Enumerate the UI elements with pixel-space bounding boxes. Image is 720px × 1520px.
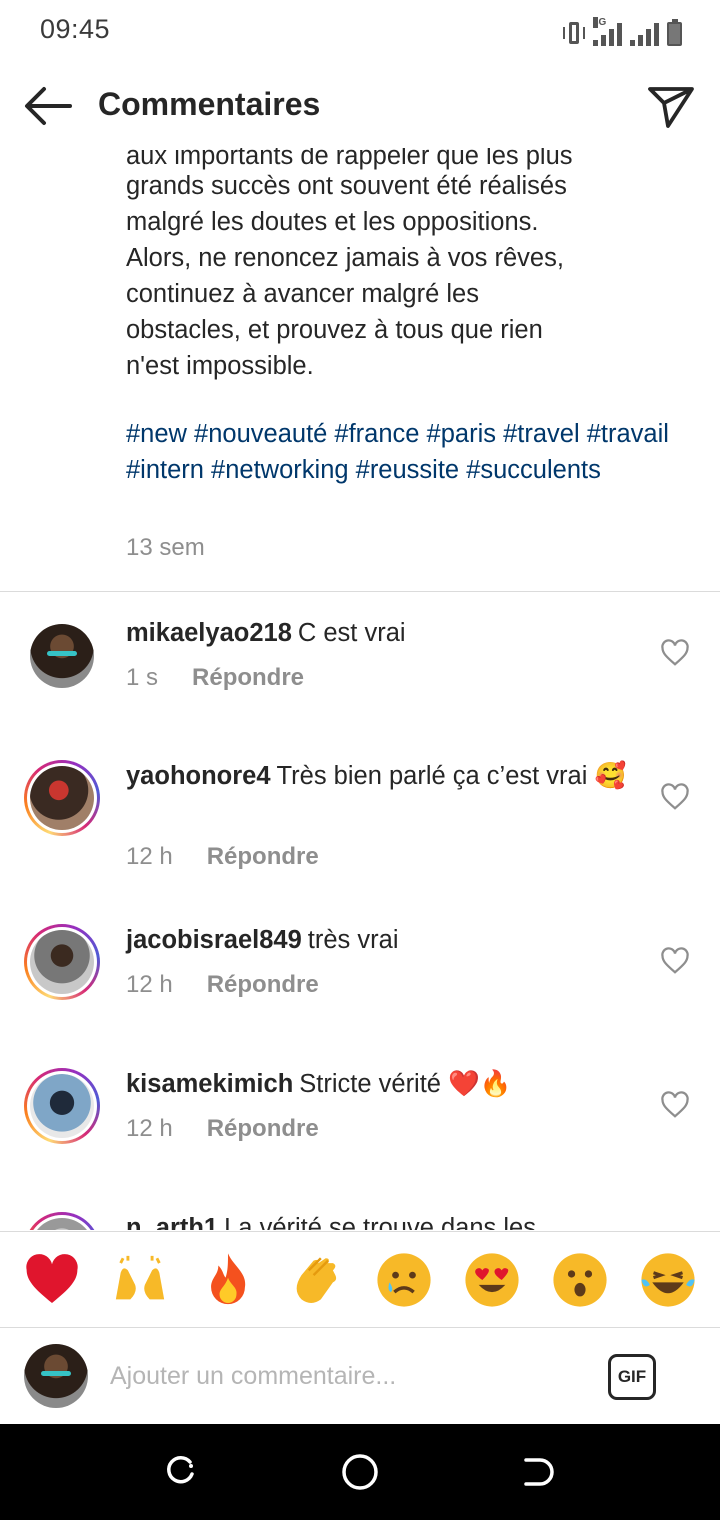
- caption-line: malgré les doutes et les oppositions.: [126, 208, 539, 236]
- home-circle-icon: [342, 1454, 378, 1490]
- emoji-reaction-bar: [0, 1231, 720, 1327]
- heart-icon[interactable]: [660, 946, 690, 976]
- vibrate-icon: [563, 20, 585, 46]
- comment-text: n_arth1 La vérité se trouve dans les: [126, 1210, 646, 1230]
- comment-time: 12 h: [126, 843, 173, 870]
- sad-face-icon: [377, 1252, 431, 1307]
- reply-button[interactable]: Répondre: [192, 664, 304, 692]
- emoji-crying-button[interactable]: [374, 1250, 434, 1310]
- avatar[interactable]: [24, 1212, 100, 1230]
- header: Commentaires: [0, 64, 720, 148]
- heart-eyes-icon: [465, 1252, 519, 1307]
- laughing-face-icon: [641, 1252, 695, 1307]
- comment-text: yaohonore4 Très bien parlé ça c’est vrai …: [126, 758, 646, 794]
- caption-line: obstacles, et prouvez à tous que rien: [126, 316, 543, 344]
- caption-hashtags[interactable]: #new #nouveauté #france #paris #travel #…: [126, 416, 686, 488]
- comment-time: 12 h: [126, 1115, 173, 1142]
- recent-apps-button[interactable]: [160, 1452, 200, 1492]
- comment-text: mikaelyao218 C est vrai: [126, 615, 646, 651]
- back-nav-button[interactable]: [518, 1452, 558, 1492]
- emoji-clap-button[interactable]: [286, 1250, 346, 1310]
- caption-line: Alors, ne renoncez jamais à vos rêves,: [126, 244, 564, 272]
- send-icon: [648, 87, 694, 128]
- arrow-left-icon: [25, 87, 72, 125]
- avatar[interactable]: [24, 1068, 100, 1144]
- comment-meta: 12 h Répondre: [126, 971, 319, 999]
- status-icons: 3G: [563, 16, 682, 46]
- comment-username[interactable]: kisamekimich: [126, 1070, 293, 1098]
- reply-button[interactable]: Répondre: [207, 843, 319, 871]
- comment-username[interactable]: yaohonore4: [126, 762, 271, 790]
- comment-message: Très bien parlé ça c’est vrai 🥰: [276, 762, 627, 790]
- comment-meta: 12 h Répondre: [126, 843, 319, 871]
- heart-emoji-icon: [26, 1253, 78, 1303]
- recent-apps-icon: [167, 1455, 194, 1484]
- battery-icon: [667, 19, 682, 46]
- home-button[interactable]: [340, 1452, 380, 1492]
- raised-hands-icon: [115, 1255, 165, 1299]
- comment-message: La vérité se trouve dans les: [224, 1214, 536, 1230]
- comment-username[interactable]: jacobisrael849: [126, 926, 302, 954]
- comment-list[interactable]: mikaelyao218 C est vrai 1 s Répondre yaoh…: [0, 592, 720, 1230]
- emoji-surprised-button[interactable]: [550, 1250, 610, 1310]
- back-nav-icon: [524, 1458, 554, 1486]
- page-title: Commentaires: [98, 86, 321, 122]
- surprised-face-icon: [553, 1252, 607, 1307]
- comment-time: 12 h: [126, 971, 173, 998]
- emoji-heart-eyes-button[interactable]: [462, 1250, 522, 1310]
- status-bar: 09:45 3G: [0, 0, 720, 64]
- emoji-tears-of-joy-button[interactable]: [638, 1250, 698, 1310]
- reply-button[interactable]: Répondre: [207, 1115, 319, 1143]
- caption-line: n'est impossible.: [126, 352, 314, 380]
- post-caption: aux importants de rappeler que les plus …: [0, 148, 720, 592]
- comment-meta: 12 h Répondre: [126, 1115, 319, 1143]
- heart-icon[interactable]: [660, 638, 690, 668]
- caption-timestamp: 13 sem: [126, 534, 205, 561]
- comment-composer: GIF: [0, 1327, 720, 1423]
- comment-text: jacobisrael849 très vrai: [126, 922, 646, 958]
- comment-time: 1 s: [126, 664, 159, 691]
- network-type: 3G: [593, 17, 607, 28]
- back-button[interactable]: [22, 82, 74, 130]
- emoji-raised-hands-button[interactable]: [110, 1250, 170, 1310]
- status-time: 09:45: [40, 14, 111, 44]
- current-user-avatar: [24, 1344, 88, 1408]
- caption-line: grands succès ont souvent été réalisés: [126, 172, 567, 200]
- heart-icon[interactable]: [660, 1090, 690, 1120]
- comment-input[interactable]: [110, 1356, 580, 1396]
- clapping-hands-icon: [296, 1256, 337, 1303]
- avatar[interactable]: [24, 618, 100, 694]
- comment-username[interactable]: mikaelyao218: [126, 619, 292, 647]
- reply-button[interactable]: Répondre: [207, 971, 319, 999]
- gif-button[interactable]: GIF: [608, 1354, 656, 1400]
- caption-line: continuez à avancer malgré les: [126, 280, 479, 308]
- signal-icon: [630, 23, 659, 46]
- comment-message: Stricte vérité ❤️🔥: [299, 1070, 512, 1098]
- comment-message: C est vrai: [297, 619, 406, 647]
- comment-meta: 1 s Répondre: [126, 664, 304, 692]
- avatar[interactable]: [24, 760, 100, 836]
- comment-username[interactable]: n_arth1: [126, 1214, 218, 1230]
- share-button[interactable]: [646, 82, 696, 130]
- heart-icon[interactable]: [660, 782, 690, 812]
- avatar[interactable]: [24, 924, 100, 1000]
- fire-icon: [211, 1252, 246, 1304]
- caption-text: grands succès ont souvent été réalisés m…: [126, 168, 686, 384]
- signal-icon: 3G: [593, 17, 622, 46]
- system-navigation-bar: [0, 1424, 720, 1520]
- comment-message: très vrai: [307, 926, 399, 954]
- emoji-fire-button[interactable]: [198, 1250, 258, 1310]
- emoji-heart-button[interactable]: [22, 1250, 82, 1310]
- comment-text: kisamekimich Stricte vérité ❤️🔥: [126, 1066, 646, 1102]
